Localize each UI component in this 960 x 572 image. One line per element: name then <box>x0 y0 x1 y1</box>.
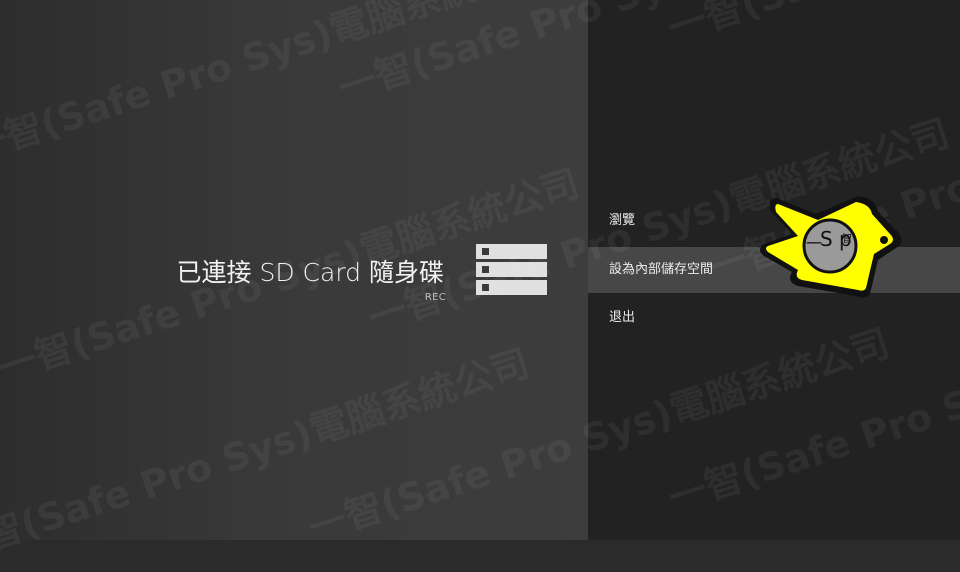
storage-icon <box>476 244 547 295</box>
pointing-hand-logo: 一 S p 智 <box>760 196 902 298</box>
content-panel: 已連接 SD Card 隨身碟 REC <box>0 0 588 540</box>
logo-char: 智 <box>842 232 852 245</box>
page-title: 已連接 SD Card 隨身碟 <box>176 258 444 287</box>
page-subtitle: REC <box>424 292 446 303</box>
menu-item-eject[interactable]: 退出 <box>588 295 960 341</box>
